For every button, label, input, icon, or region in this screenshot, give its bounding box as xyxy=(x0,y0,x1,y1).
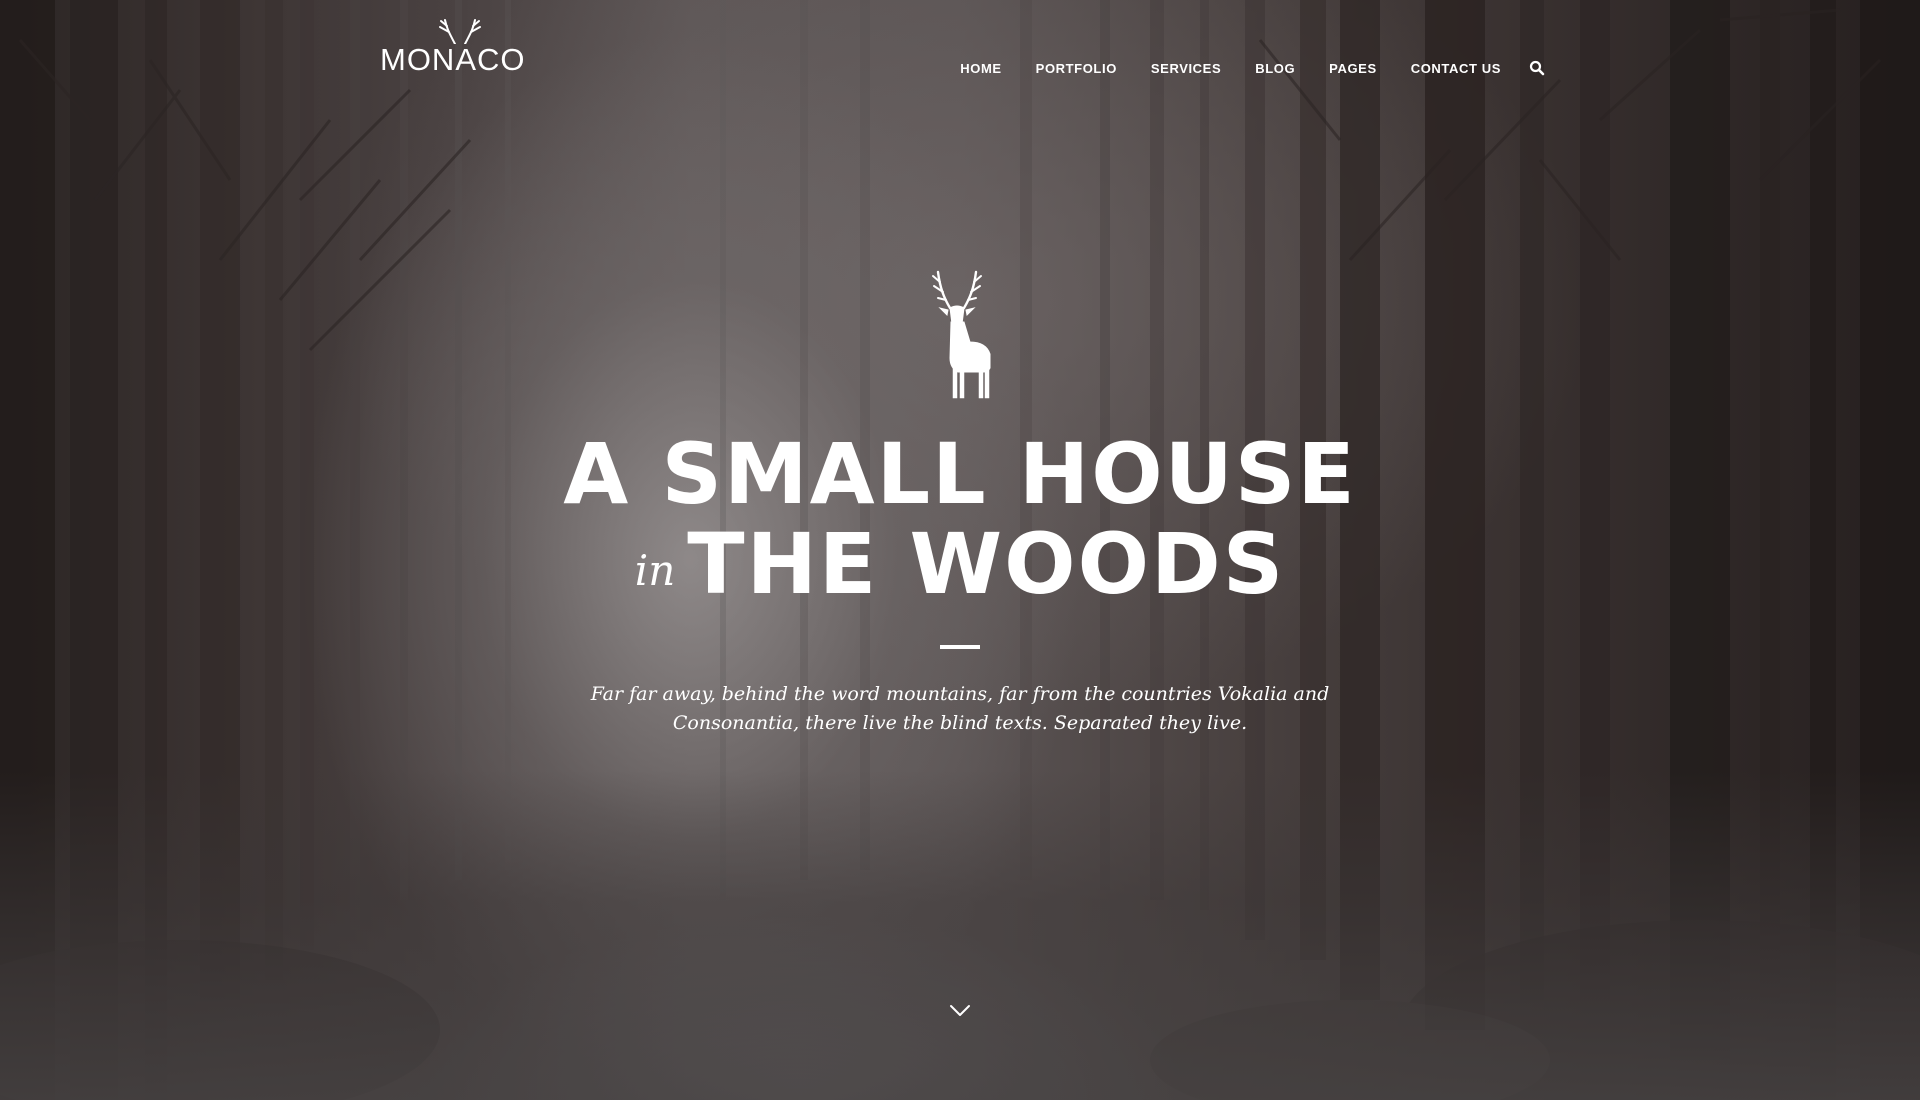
hero-tagline-line2: Consonantia, there live the blind texts.… xyxy=(672,712,1248,734)
hero-tagline-line1: Far far away, behind the word mountains,… xyxy=(590,683,1330,705)
hero-headline-line2: THE WOODS xyxy=(687,515,1286,613)
deer-icon xyxy=(932,270,991,399)
hero-tagline: Far far away, behind the word mountains,… xyxy=(560,680,1360,738)
hero-headline-line2-wrapper: in THE WOODS xyxy=(0,522,1920,606)
hero-section: A SMALL HOUSE in THE WOODS Far far away, … xyxy=(0,0,1920,1100)
hero-divider xyxy=(940,645,980,649)
chevron-down-icon[interactable] xyxy=(949,1004,971,1018)
hero-headline-in: in xyxy=(634,546,676,595)
hero-headline-line1: A SMALL HOUSE xyxy=(563,425,1357,523)
page: MONACO HOME PORTFOLIO SERVICES BLOG PAGE… xyxy=(0,0,1920,1100)
